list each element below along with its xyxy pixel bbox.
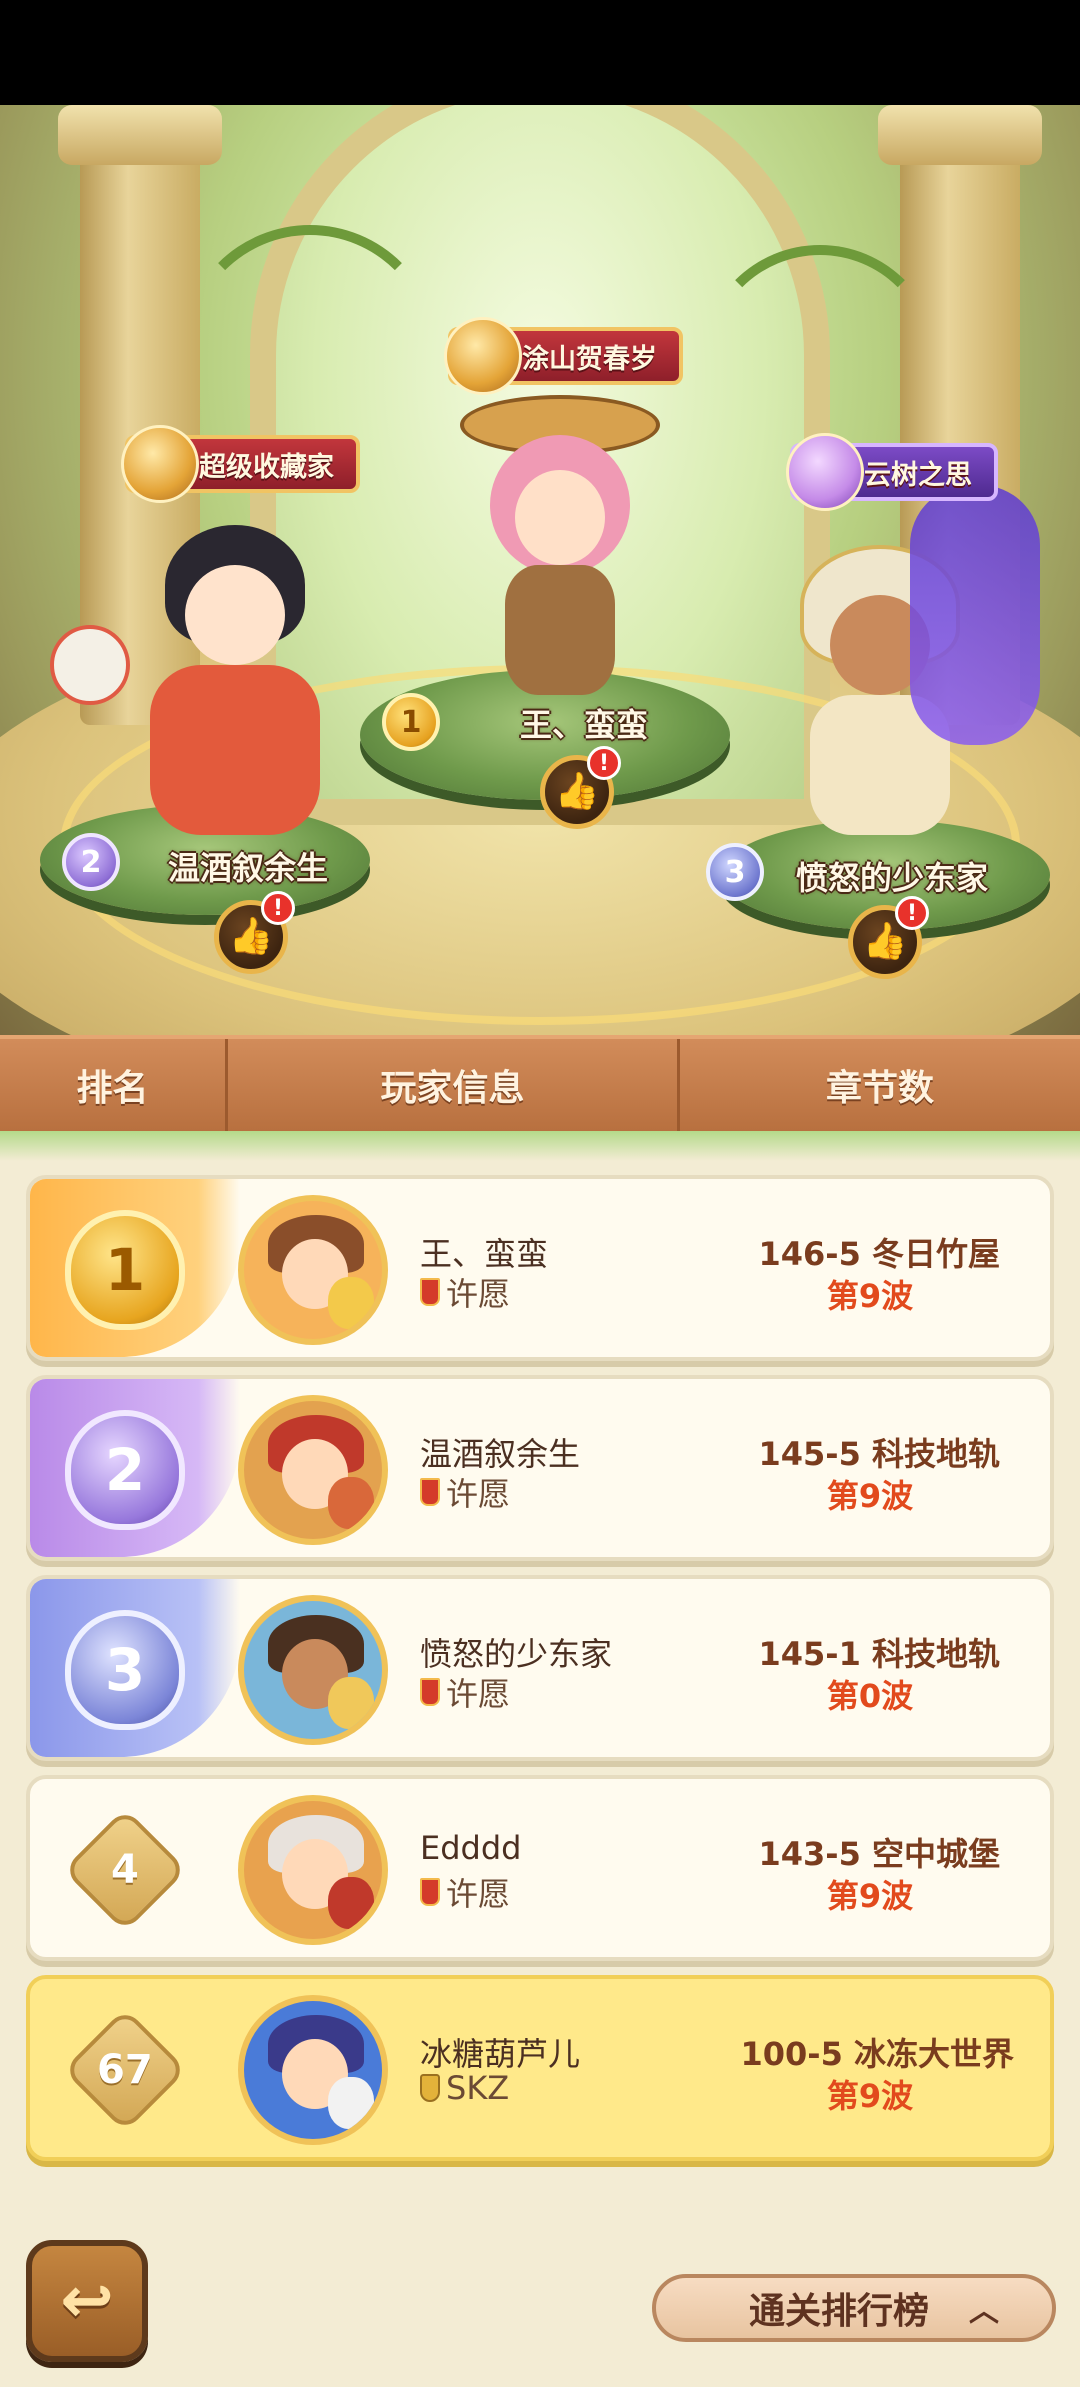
thumbs-up-icon: 👍 xyxy=(862,921,908,962)
title-text: 超级收藏家 xyxy=(199,451,334,483)
guild-tag: 许愿 xyxy=(420,1869,510,1915)
guild-tag: SKZ xyxy=(420,2069,509,2107)
chevron-up-icon: ︿ xyxy=(969,2294,999,2329)
lion-pet xyxy=(50,625,130,705)
status-bar xyxy=(0,0,1080,105)
table-row[interactable]: 1 王、蛮蛮 许愿 146-5 冬日竹屋 第9波 xyxy=(26,1175,1054,1361)
rank-medal: 2 xyxy=(60,1405,190,1535)
guild-flag-icon xyxy=(420,1678,440,1706)
avatar[interactable] xyxy=(238,1995,388,2145)
like-button-second[interactable]: 👍 ! xyxy=(214,891,295,974)
dragon-spirit xyxy=(910,485,1040,745)
back-arrow-icon: ↩ xyxy=(60,2264,114,2338)
guild-tag: 许愿 xyxy=(420,1669,510,1715)
rank-3-medal: 3 xyxy=(706,843,764,901)
leaderboard-header: 排名 玩家信息 章节数 xyxy=(0,1035,1080,1131)
clear-ranking-toggle[interactable]: 通关排行榜 ︿ xyxy=(652,2274,1056,2342)
avatar[interactable] xyxy=(238,1395,388,1545)
wave-count: 第9波 xyxy=(826,2077,914,2115)
like-button-third[interactable]: 👍 ! xyxy=(848,896,929,979)
avatar[interactable] xyxy=(238,1195,388,1345)
third-place-name: 愤怒的少东家 xyxy=(796,859,989,897)
rank-medal: 67 xyxy=(60,2005,190,2135)
alert-badge: ! xyxy=(261,891,295,925)
leaderboard-list[interactable]: 1 王、蛮蛮 许愿 146-5 冬日竹屋 第9波 2 温酒叙余生 许愿 145-… xyxy=(0,1131,1080,2387)
title-text: 涂山贺春岁 xyxy=(522,343,657,375)
table-row[interactable]: 3 愤怒的少东家 许愿 145-1 科技地轨 第0波 xyxy=(26,1575,1054,1761)
header-rank: 排名 xyxy=(0,1039,228,1131)
second-place-title-banner: 超级收藏家 xyxy=(121,425,360,503)
stage-progress: 143-5 空中城堡 xyxy=(758,1835,1001,1873)
guild-flag-icon xyxy=(420,1278,440,1306)
third-place-title-banner: 云树之思 xyxy=(786,433,998,511)
header-chapter: 章节数 xyxy=(825,1068,934,1109)
table-row[interactable]: 2 温酒叙余生 许愿 145-5 科技地轨 第9波 xyxy=(26,1375,1054,1561)
rank-medal: 1 xyxy=(60,1205,190,1335)
stage-progress: 100-5 冰冻大世界 xyxy=(740,2035,1015,2073)
grass-divider xyxy=(0,1131,1080,1161)
table-row-self[interactable]: 67 冰糖葫芦儿 SKZ 100-5 冰冻大世界 第9波 xyxy=(26,1975,1054,2161)
title-badge-icon xyxy=(121,425,199,503)
guild-shield-icon xyxy=(420,2074,440,2102)
first-place-name: 王、蛮蛮 xyxy=(520,706,649,744)
back-button[interactable]: ↩ xyxy=(26,2240,148,2362)
wave-count: 第0波 xyxy=(826,1677,914,1715)
avatar[interactable] xyxy=(238,1595,388,1745)
face xyxy=(515,470,605,565)
wave-count: 第9波 xyxy=(826,1477,914,1515)
face xyxy=(185,565,285,665)
second-place-character[interactable] xyxy=(50,505,350,865)
title-badge-icon xyxy=(444,317,522,395)
thumbs-up-icon: 👍 xyxy=(554,771,600,812)
outfit xyxy=(505,565,615,695)
first-place-title-banner: 涂山贺春岁 xyxy=(444,317,683,395)
podium-scene: 涂山贺春岁 超级收藏家 云树之思 1 王、蛮蛮 2 温酒叙余生 3 愤怒的少东家… xyxy=(0,105,1080,1035)
title-text: 云树之思 xyxy=(864,459,972,491)
alert-badge: ! xyxy=(587,746,621,780)
like-button-first[interactable]: 👍 ! xyxy=(540,746,621,829)
stage-progress: 146-5 冬日竹屋 xyxy=(758,1235,1001,1273)
guild-tag: 许愿 xyxy=(420,1469,510,1515)
alert-badge: ! xyxy=(895,896,929,930)
stage-progress: 145-1 科技地轨 xyxy=(758,1635,1001,1673)
third-place-character[interactable] xyxy=(760,485,1040,865)
title-badge-icon xyxy=(786,433,864,511)
guild-tag: 许愿 xyxy=(420,1269,510,1315)
rank-medal: 3 xyxy=(60,1605,190,1735)
stage-progress: 145-5 科技地轨 xyxy=(758,1435,1001,1473)
header-player-info: 玩家信息 xyxy=(228,1039,680,1131)
player-name: Edddd xyxy=(420,1829,522,1867)
second-place-name: 温酒叙余生 xyxy=(168,849,329,887)
wave-count: 第9波 xyxy=(826,1277,914,1315)
table-row[interactable]: 4 Edddd 许愿 143-5 空中城堡 第9波 xyxy=(26,1775,1054,1961)
rank-medal: 4 xyxy=(60,1805,190,1935)
guild-flag-icon xyxy=(420,1878,440,1906)
rank-2-medal: 2 xyxy=(62,833,120,891)
first-place-character[interactable] xyxy=(450,375,670,735)
guild-flag-icon xyxy=(420,1478,440,1506)
avatar[interactable] xyxy=(238,1795,388,1945)
outfit xyxy=(150,665,320,835)
thumbs-up-icon: 👍 xyxy=(228,916,274,957)
toggle-label: 通关排行榜 xyxy=(748,2291,929,2332)
wave-count: 第9波 xyxy=(826,1877,914,1915)
rank-1-medal: 1 xyxy=(382,693,440,751)
